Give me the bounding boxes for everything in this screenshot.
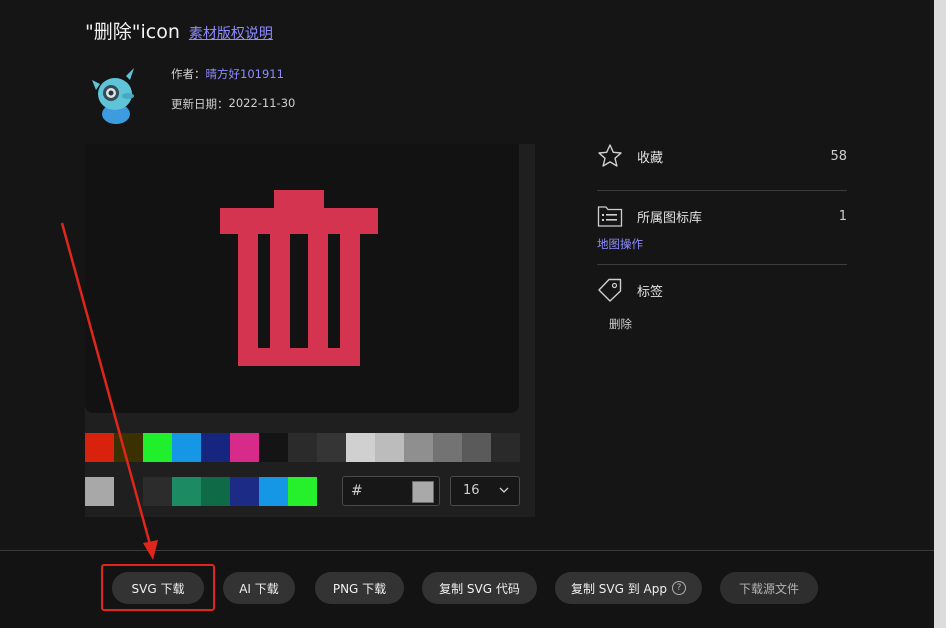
side-panel: 收藏 58 所属图标库 1 地图操作 标签 删除 [597,138,847,332]
tag-icon [598,278,622,302]
library-count: 1 [838,208,847,224]
color-swatch[interactable] [259,433,288,462]
favorite-label: 收藏 [637,150,664,166]
star-icon [598,144,622,167]
folder-list-icon [597,206,623,227]
icon-preview-panel: # 16 [85,144,535,517]
color-swatch[interactable] [114,433,143,462]
author-line: 作者： 晴方好101911 [171,66,295,96]
color-swatch[interactable] [114,477,143,506]
library-label: 所属图标库 [637,210,703,226]
tags-label: 标签 [637,284,664,300]
color-palette-row-1 [85,433,520,462]
meta-info: 作者： 晴方好101911 更新日期： 2022-11-30 [171,66,295,126]
color-swatch[interactable] [172,477,201,506]
favorite-count: 58 [830,148,847,164]
icon-preview-canvas [85,144,519,413]
hex-color-swatch[interactable] [412,481,434,503]
annotation-highlight-box [101,564,215,611]
date-label: 更新日期： [171,97,229,111]
color-swatch[interactable] [85,477,114,506]
author-label: 作者： [171,67,206,81]
color-swatch[interactable] [143,433,172,462]
library-row: 所属图标库 1 [597,198,847,234]
copy-svg-to-app-button[interactable]: 复制 SVG 到 App ? [555,572,702,604]
library-link[interactable]: 地图操作 [597,236,847,264]
color-swatch[interactable] [201,433,230,462]
color-swatch[interactable] [201,477,230,506]
color-swatch[interactable] [288,477,317,506]
copyright-link[interactable]: 素材版权说明 [189,23,273,43]
ai-download-button[interactable]: AI 下载 [223,572,295,604]
color-swatch[interactable] [317,433,346,462]
color-swatch[interactable] [375,433,404,462]
page-edge [934,0,946,628]
download-source-button[interactable]: 下载源文件 [720,572,818,604]
page-title: "删除"icon [85,21,180,43]
color-swatch[interactable] [172,433,201,462]
copy-svg-to-app-label: 复制 SVG 到 App [570,581,667,596]
copy-svg-code-button[interactable]: 复制 SVG 代码 [422,572,537,604]
size-select[interactable]: 16 [450,476,520,506]
color-swatch[interactable] [288,433,317,462]
date-line: 更新日期： 2022-11-30 [171,96,295,126]
color-swatch[interactable] [230,433,259,462]
color-swatch[interactable] [346,433,375,462]
trash-icon [220,190,378,366]
tags-row: 标签 [597,272,847,308]
hex-prefix: # [351,483,363,499]
author-name[interactable]: 晴方好101911 [206,66,284,96]
color-swatch[interactable] [230,477,259,506]
title-row: "删除"icon 素材版权说明 [85,17,273,44]
color-swatch[interactable] [433,433,462,462]
favorite-row[interactable]: 收藏 58 [597,138,847,174]
chevron-down-icon [499,487,509,493]
hex-color-input[interactable]: # [342,476,440,506]
color-swatch[interactable] [404,433,433,462]
color-swatch[interactable] [259,477,288,506]
tag-chip[interactable]: 删除 [609,316,847,332]
png-download-button[interactable]: PNG 下载 [315,572,404,604]
help-icon[interactable]: ? [672,581,686,595]
color-swatch[interactable] [491,433,520,462]
color-palette-row-2 [85,477,317,506]
color-swatch[interactable] [85,433,114,462]
date-value: 2022-11-30 [228,96,296,110]
size-value: 16 [463,483,480,498]
color-swatch[interactable] [462,433,491,462]
color-swatch[interactable] [143,477,172,506]
avatar [90,66,142,126]
